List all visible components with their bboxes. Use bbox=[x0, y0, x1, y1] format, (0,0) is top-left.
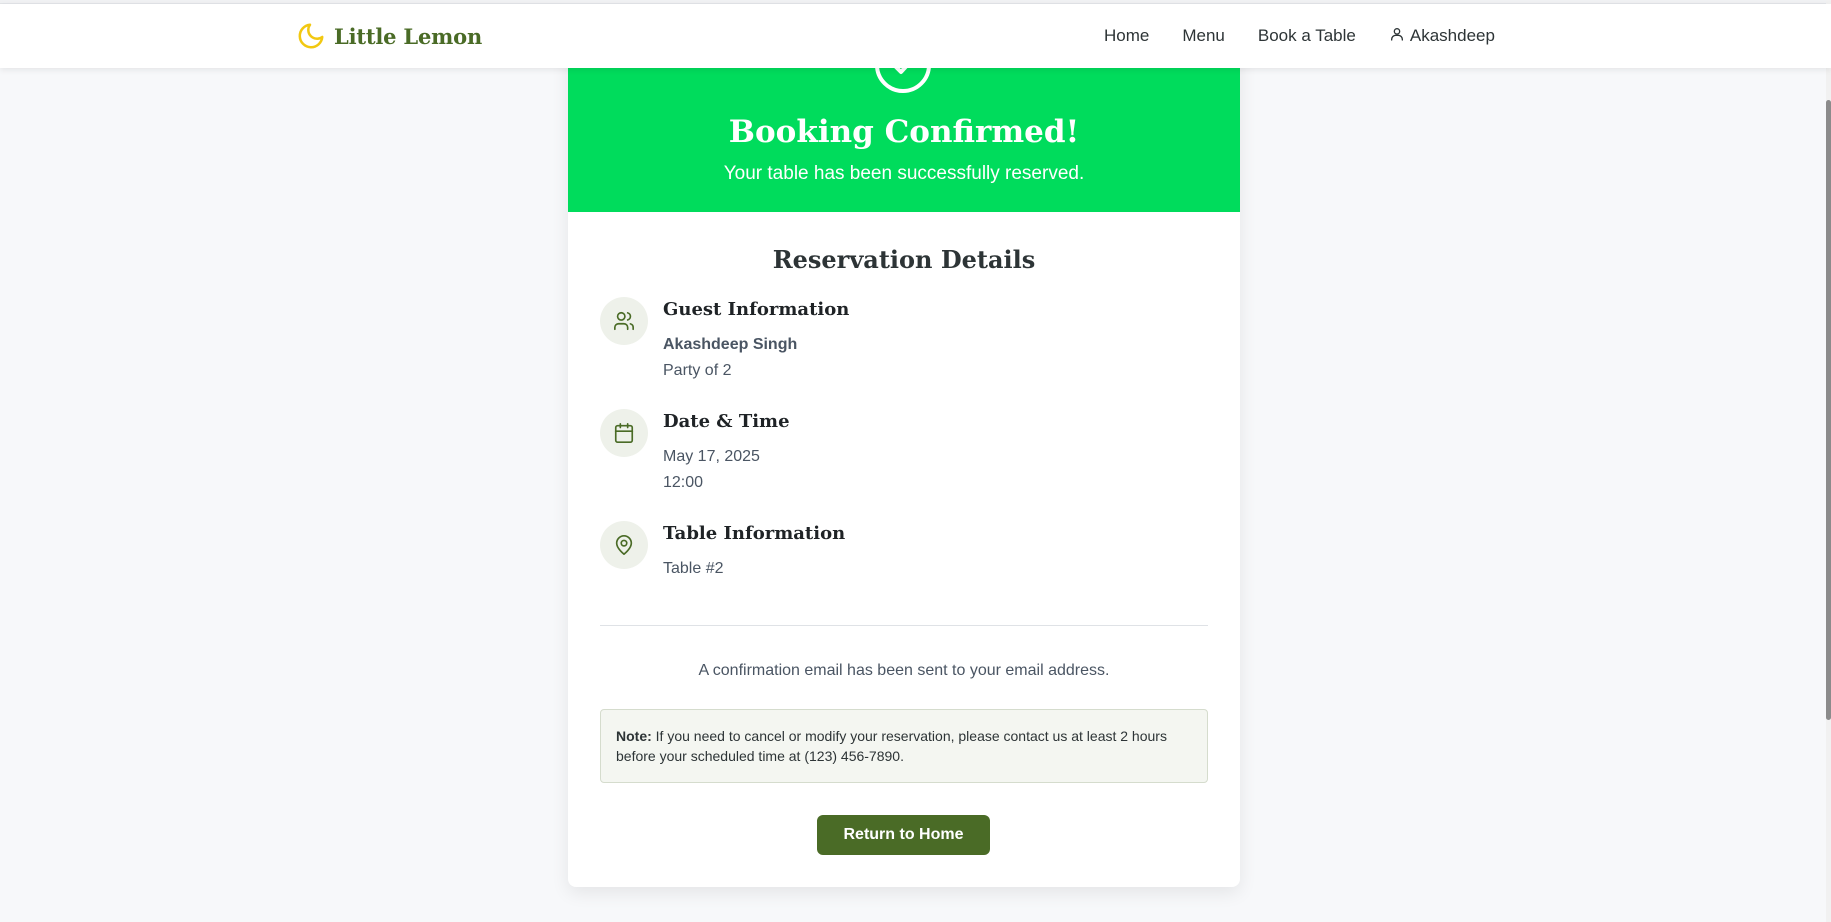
brand-name: Little Lemon bbox=[334, 23, 483, 49]
guest-information-title: Guest Information bbox=[663, 299, 850, 320]
note-label: Note: bbox=[616, 728, 652, 744]
reservation-time: 12:00 bbox=[663, 474, 704, 491]
scrollbar-thumb[interactable] bbox=[1826, 100, 1831, 720]
navbar: Little Lemon Home Menu Book a Table Akas… bbox=[0, 4, 1831, 68]
return-to-home-button[interactable]: Return to Home bbox=[817, 815, 990, 855]
page-scrollbar[interactable] bbox=[1826, 0, 1831, 922]
nav-home[interactable]: Home bbox=[1104, 26, 1149, 46]
nav-user-account[interactable]: Akashdeep bbox=[1389, 26, 1495, 47]
cancellation-note: Note: If you need to cancel or modify yo… bbox=[600, 709, 1208, 783]
users-icon bbox=[600, 297, 648, 345]
confirmation-subtitle: Your table has been successfully reserve… bbox=[723, 163, 1085, 184]
table-information-title: Table Information bbox=[663, 523, 846, 544]
brand-logo[interactable]: Little Lemon bbox=[296, 4, 482, 68]
map-pin-icon bbox=[600, 521, 648, 569]
user-name: Akashdeep bbox=[1409, 26, 1495, 45]
table-number: Table #2 bbox=[663, 560, 724, 577]
note-text: If you need to cancel or modify your res… bbox=[616, 728, 1167, 764]
date-time-title: Date & Time bbox=[663, 411, 790, 432]
nav-menu[interactable]: Menu bbox=[1182, 26, 1225, 46]
calendar-icon bbox=[600, 409, 648, 457]
confirmation-title: Booking Confirmed! bbox=[728, 114, 1080, 150]
reservation-date: May 17, 2025 bbox=[663, 448, 760, 465]
moon-icon bbox=[296, 21, 326, 51]
party-size: Party of 2 bbox=[663, 362, 732, 379]
user-icon bbox=[1389, 26, 1405, 47]
nav-book-a-table[interactable]: Book a Table bbox=[1258, 26, 1356, 46]
section-divider bbox=[600, 625, 1208, 626]
email-confirmation-message: A confirmation email has been sent to yo… bbox=[698, 662, 1110, 679]
reservation-details-title: Reservation Details bbox=[772, 245, 1036, 274]
guest-name: Akashdeep Singh bbox=[663, 336, 798, 353]
main-nav: Home Menu Book a Table Akashdeep bbox=[1104, 4, 1495, 68]
confirmation-card: Booking Confirmed! Your table has been s… bbox=[568, 40, 1240, 887]
